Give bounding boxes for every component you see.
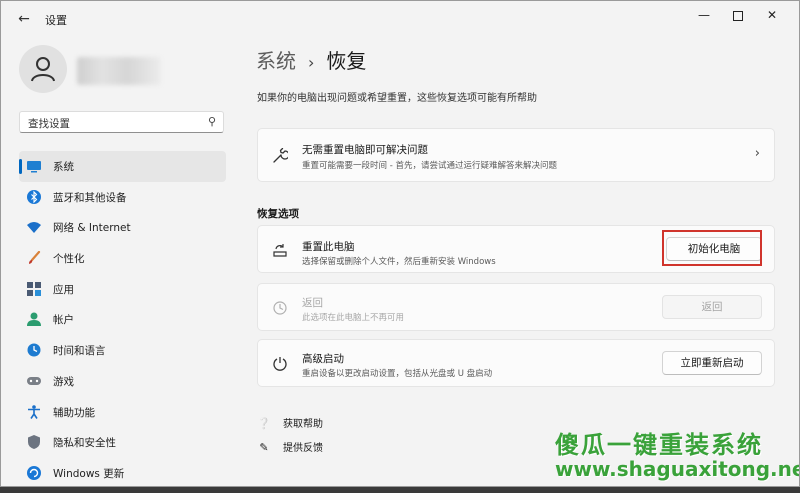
chevron-right-icon: ›: [754, 146, 760, 161]
wrench-icon: [273, 148, 288, 163]
breadcrumb: 系统 › 恢复: [256, 45, 366, 74]
restart-now-button[interactable]: 立即重新启动: [662, 351, 762, 375]
globe-clock-icon: [27, 343, 41, 357]
gamepad-icon: [27, 376, 41, 385]
person-icon: [31, 57, 55, 82]
background-strip: [0, 487, 800, 493]
sidebar-item-label: 辅助功能: [53, 406, 95, 419]
sidebar-item-privacy[interactable]: 隐私和安全性: [19, 427, 226, 458]
breadcrumb-parent[interactable]: 系统: [256, 49, 296, 73]
settings-window: ← 设置 — ✕ 查找设置 ⚲ 系统 蓝牙和其他设备 网络 & Internet: [0, 0, 800, 487]
go-back-card: 返回 此选项在此电脑上不再可用 返回: [257, 283, 775, 331]
highlight-box: [662, 230, 762, 266]
watermark-line1: 傻瓜一键重装系统: [555, 431, 763, 459]
window-title: 设置: [45, 14, 67, 27]
person-icon: [27, 312, 41, 327]
go-back-button[interactable]: 返回: [662, 295, 762, 319]
sidebar-item-system[interactable]: 系统: [19, 151, 226, 182]
troubleshoot-card[interactable]: 无需重置电脑即可解决问题 重置可能需要一段时间 - 首先，请尝试通过运行疑难解答…: [257, 128, 775, 182]
sidebar-item-label: 系统: [53, 161, 74, 173]
sidebar-item-label: 时间和语言: [53, 345, 106, 358]
watermark: 傻瓜一键重装系统 www.shaguaxitong.net: [541, 425, 799, 486]
shield-icon: [28, 435, 40, 450]
monitor-icon: [27, 161, 41, 173]
sidebar-item-gaming[interactable]: 游戏: [19, 366, 226, 397]
reset-pc-icon: [273, 244, 287, 257]
get-help-label: 获取帮助: [283, 419, 323, 430]
feedback-icon: ✎: [259, 441, 269, 454]
option-title: 高级启动: [302, 353, 344, 365]
sidebar-item-accounts[interactable]: 帐户: [19, 304, 226, 335]
sidebar-item-label: 个性化: [53, 253, 85, 266]
troubleshoot-subtitle: 重置可能需要一段时间 - 首先，请尝试通过运行疑难解答来解决问题: [302, 161, 557, 171]
help-icon: ❔: [257, 417, 271, 430]
windows-update-icon: [27, 465, 41, 480]
sidebar-item-label: 隐私和安全性: [53, 437, 116, 450]
advanced-startup-card: 高级启动 重启设备以更改启动设置，包括从光盘或 U 盘启动 立即重新启动: [257, 339, 775, 387]
sidebar-item-label: 帐户: [53, 314, 74, 327]
sidebar-item-label: Windows 更新: [53, 467, 125, 480]
watermark-line2: www.shaguaxitong.net: [555, 457, 800, 481]
username-blurred: [77, 57, 161, 85]
page-description: 如果你的电脑出现问题或希望重置，这些恢复选项可能有所帮助: [257, 93, 537, 104]
search-input[interactable]: 查找设置 ⚲: [19, 111, 224, 133]
option-title: 重置此电脑: [302, 241, 355, 253]
option-title: 返回: [302, 297, 323, 309]
troubleshoot-title: 无需重置电脑即可解决问题: [302, 144, 428, 156]
back-arrow-icon[interactable]: ←: [13, 10, 35, 28]
section-title: 恢复选项: [257, 208, 299, 220]
page-title: 恢复: [326, 49, 367, 73]
wifi-icon: [27, 222, 41, 234]
sidebar-item-label: 网络 & Internet: [53, 222, 131, 235]
title-bar: ← 设置 — ✕: [1, 1, 799, 35]
feedback-label: 提供反馈: [283, 443, 323, 454]
apps-icon: [27, 281, 41, 296]
feedback-link[interactable]: ✎ 提供反馈: [257, 439, 323, 454]
advanced-startup-icon: [273, 357, 287, 371]
search-icon: ⚲: [207, 115, 216, 128]
sidebar-item-label: 蓝牙和其他设备: [53, 191, 127, 204]
sidebar-item-time-language[interactable]: 时间和语言: [19, 335, 226, 366]
breadcrumb-separator: ›: [308, 53, 315, 72]
search-placeholder: 查找设置: [28, 118, 70, 130]
sidebar-item-network[interactable]: 网络 & Internet: [19, 212, 226, 243]
avatar[interactable]: [19, 45, 67, 93]
bluetooth-icon: [27, 189, 41, 204]
sidebar-item-windows-update[interactable]: Windows 更新: [19, 458, 226, 486]
sidebar-item-accessibility[interactable]: 辅助功能: [19, 397, 226, 428]
accessibility-icon: [28, 404, 40, 419]
sidebar-item-apps[interactable]: 应用: [19, 274, 226, 305]
sidebar-item-label: 应用: [53, 283, 74, 296]
option-subtitle: 选择保留或删除个人文件，然后重新安装 Windows: [302, 257, 496, 267]
option-subtitle: 此选项在此电脑上不再可用: [302, 313, 405, 323]
brush-icon: [29, 251, 41, 265]
sidebar-nav: 系统 蓝牙和其他设备 网络 & Internet 个性化 应用 帐户 时间和语言: [19, 151, 226, 486]
history-icon: [273, 301, 287, 315]
maximize-button[interactable]: [723, 7, 753, 23]
sidebar-item-personalization[interactable]: 个性化: [19, 243, 226, 274]
sidebar-item-label: 游戏: [53, 375, 74, 388]
get-help-link[interactable]: ❔ 获取帮助: [257, 415, 323, 430]
close-button[interactable]: ✕: [757, 7, 787, 23]
minimize-button[interactable]: —: [689, 7, 719, 23]
sidebar-item-bluetooth[interactable]: 蓝牙和其他设备: [19, 182, 226, 213]
option-subtitle: 重启设备以更改启动设置，包括从光盘或 U 盘启动: [302, 369, 493, 379]
